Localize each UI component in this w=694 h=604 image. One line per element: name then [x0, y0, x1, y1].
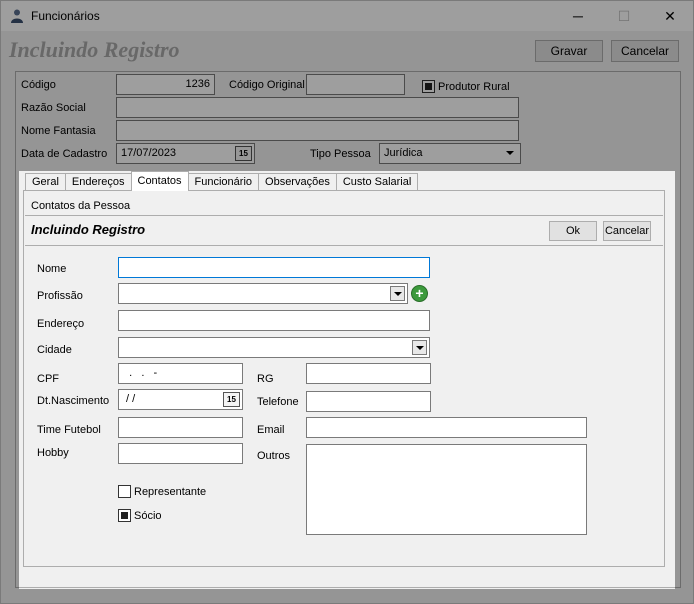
- window: Funcionários ─ ☐ ✕ Incluindo Registro Gr…: [0, 0, 694, 604]
- data-cadastro-field[interactable]: 17/07/2023 15: [116, 143, 255, 164]
- email-input[interactable]: [306, 417, 587, 438]
- tab-strip: Geral Endereços Contatos Funcionário Obs…: [25, 171, 419, 191]
- codigo-original-field[interactable]: [306, 74, 405, 95]
- produtor-rural-checkbox[interactable]: [422, 80, 435, 93]
- cpf-label: CPF: [37, 373, 59, 385]
- title-bar: Funcionários ─ ☐ ✕: [1, 1, 693, 31]
- tab-contatos[interactable]: Contatos: [130, 171, 189, 191]
- hobby-input[interactable]: [118, 443, 243, 464]
- contacts-subtitle: Incluindo Registro: [31, 222, 146, 237]
- modal-dim-bottom: [19, 589, 675, 603]
- modal-dim-left: [1, 171, 19, 603]
- tipo-pessoa-value: Jurídica: [384, 147, 423, 159]
- minimize-button[interactable]: ─: [555, 1, 601, 31]
- produtor-rural-label: Produtor Rural: [438, 81, 510, 93]
- rg-input[interactable]: [306, 363, 431, 384]
- email-label: Email: [257, 424, 285, 436]
- contacts-cancel-label: Cancelar: [604, 225, 650, 237]
- tab-observacoes[interactable]: Observações: [258, 173, 337, 191]
- tab-custo-salarial[interactable]: Custo Salarial: [335, 173, 419, 191]
- divider: [25, 215, 663, 216]
- cancel-button[interactable]: Cancelar: [611, 40, 679, 62]
- tab-funcionario[interactable]: Funcionário: [187, 173, 260, 191]
- save-button[interactable]: Gravar: [535, 40, 603, 62]
- add-icon[interactable]: +: [411, 285, 428, 302]
- representante-checkbox[interactable]: [118, 485, 131, 498]
- tab-enderecos[interactable]: Endereços: [64, 173, 132, 191]
- time-futebol-input[interactable]: [118, 417, 243, 438]
- time-futebol-label: Time Futebol: [37, 424, 101, 436]
- nome-label: Nome: [37, 263, 67, 275]
- nome-fantasia-label: Nome Fantasia: [21, 125, 96, 137]
- close-button[interactable]: ✕: [647, 1, 693, 31]
- divider: [25, 245, 663, 246]
- data-cadastro-label: Data de Cadastro: [21, 148, 108, 160]
- save-button-label: Gravar: [550, 44, 588, 58]
- socio-label: Sócio: [134, 510, 162, 522]
- codigo-label: Código: [21, 79, 56, 91]
- codigo-field[interactable]: 1236: [116, 74, 215, 95]
- rg-label: RG: [257, 373, 274, 385]
- telefone-label: Telefone: [257, 396, 299, 408]
- user-icon: [11, 9, 23, 23]
- modal-dim-right: [675, 171, 693, 603]
- razao-social-field[interactable]: [116, 97, 519, 118]
- representante-label: Representante: [134, 486, 207, 498]
- endereco-label: Endereço: [37, 318, 85, 330]
- cidade-label: Cidade: [37, 344, 72, 356]
- chevron-down-icon: [503, 146, 518, 161]
- maximize-button[interactable]: ☐: [601, 1, 647, 31]
- endereco-input[interactable]: [118, 310, 430, 331]
- data-cadastro-value: 17/07/2023: [121, 147, 177, 159]
- profissao-label: Profissão: [37, 290, 83, 302]
- dt-nascimento-mask: / /: [123, 393, 136, 405]
- page-title: Incluindo Registro: [9, 37, 180, 62]
- cpf-input[interactable]: . . -: [118, 363, 243, 384]
- window-title: Funcionários: [31, 9, 100, 23]
- cidade-select[interactable]: [118, 337, 430, 358]
- telefone-input[interactable]: [306, 391, 431, 412]
- socio-checkbox[interactable]: [118, 509, 131, 522]
- tab-geral[interactable]: Geral: [25, 173, 66, 191]
- chevron-down-icon[interactable]: [412, 340, 427, 355]
- nome-input[interactable]: [118, 257, 430, 278]
- calendar-icon[interactable]: 15: [223, 392, 240, 407]
- profissao-select[interactable]: [118, 283, 408, 304]
- contacts-cancel-button[interactable]: Cancelar: [603, 221, 651, 241]
- dt-nascimento-label: Dt.Nascimento: [37, 395, 110, 407]
- chevron-down-icon[interactable]: [390, 286, 405, 301]
- ok-button[interactable]: Ok: [549, 221, 597, 241]
- ok-button-label: Ok: [565, 225, 581, 237]
- cancel-button-label: Cancelar: [620, 44, 670, 58]
- dt-nascimento-input[interactable]: / / 15: [118, 389, 243, 410]
- outros-textarea[interactable]: [306, 444, 587, 535]
- tipo-pessoa-label: Tipo Pessoa: [310, 148, 371, 160]
- razao-social-label: Razão Social: [21, 102, 86, 114]
- codigo-original-label: Código Original: [229, 79, 305, 91]
- contacts-section-title: Contatos da Pessoa: [31, 200, 131, 212]
- hobby-label: Hobby: [37, 447, 69, 459]
- calendar-icon[interactable]: 15: [235, 146, 252, 161]
- outros-label: Outros: [257, 450, 291, 462]
- nome-fantasia-field[interactable]: [116, 120, 519, 141]
- tipo-pessoa-select[interactable]: Jurídica: [379, 143, 521, 164]
